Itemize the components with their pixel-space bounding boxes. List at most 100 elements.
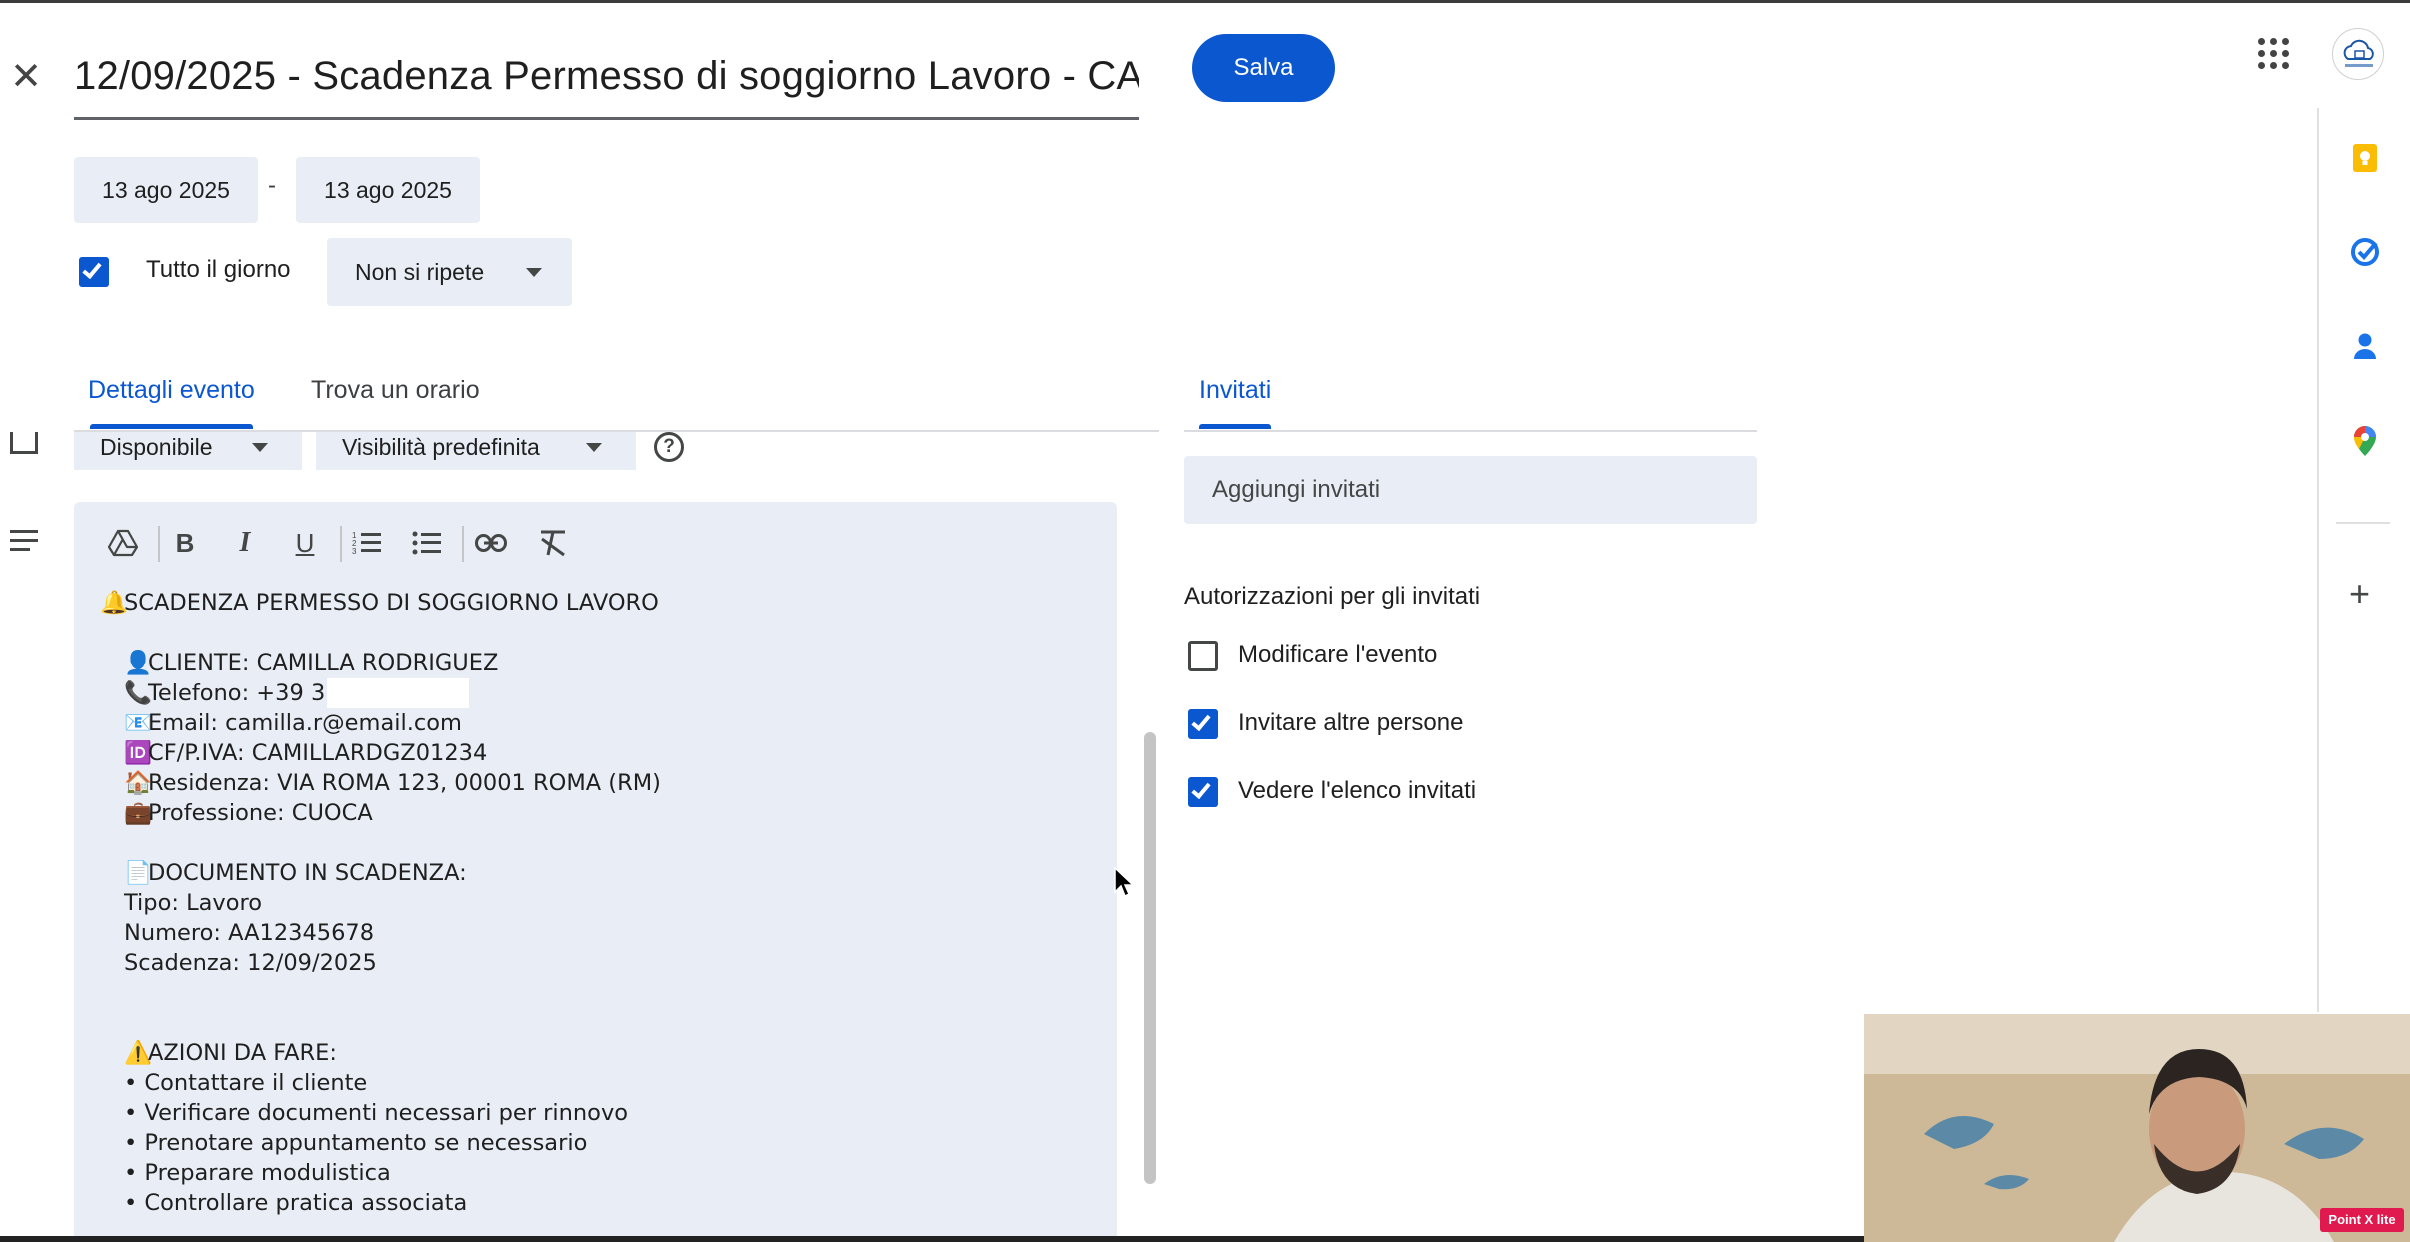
scrollbar-thumb[interactable] (1144, 732, 1156, 1184)
briefcase-emoji: 💼 (124, 800, 153, 826)
all-day-label: Tutto il giorno (146, 256, 291, 283)
description-line-text: • Verificare documenti necessari per rin… (124, 1100, 629, 1126)
description-icon (10, 530, 40, 557)
warning-emoji: ⚠️ (124, 1040, 153, 1066)
help-icon[interactable]: ? (654, 432, 684, 462)
permission-label: Vedere l'elenco invitati (1238, 777, 1477, 804)
description-line-text: AZIONI DA FARE: (148, 1040, 337, 1066)
document-emoji: 📄 (124, 860, 153, 886)
start-date-button[interactable]: 13 ago 2025 (74, 157, 258, 223)
description-line-text: CF/P.IVA: CAMILLARDGZ01234 (148, 740, 488, 766)
description-line (100, 828, 1090, 858)
numbered-list-icon[interactable]: 123 (344, 520, 390, 566)
all-day-checkbox[interactable] (79, 257, 109, 287)
description-line: • Preparare modulistica (100, 1158, 1090, 1188)
visibility-value: Visibilità predefinita (342, 434, 540, 460)
description-editor[interactable]: B I U 123 🔔SCADENZA PERMESSO DI SOGGIORN… (74, 502, 1117, 1242)
event-title-text: 12/09/2025 - Scadenza Permesso di soggio… (74, 54, 1139, 98)
permission-label: Invitare altre persone (1238, 709, 1464, 736)
tabs-divider (74, 430, 1159, 432)
keep-icon[interactable] (2350, 143, 2380, 173)
description-line-text: • Preparare modulistica (124, 1160, 391, 1186)
visibility-select[interactable]: Visibilità predefinita (316, 432, 636, 470)
description-line-text: CLIENTE: CAMILLA RODRIGUEZ (148, 650, 499, 676)
repeat-select-value: Non si ripete (355, 259, 485, 285)
underline-icon[interactable]: U (282, 520, 328, 566)
event-title-field[interactable]: 12/09/2025 - Scadenza Permesso di soggio… (74, 40, 1139, 120)
apps-grid-icon[interactable] (2258, 38, 2290, 70)
chevron-down-icon (252, 443, 268, 452)
svg-text:3: 3 (352, 547, 357, 556)
end-date-button[interactable]: 13 ago 2025 (296, 157, 480, 223)
description-line (100, 618, 1090, 648)
description-line: 📄DOCUMENTO IN SCADENZA: (100, 858, 1090, 888)
tab-guests[interactable]: Invitati (1199, 376, 1271, 405)
description-line: 💼Professione: CUOCA (100, 798, 1090, 828)
description-line-text: Residenza: VIA ROMA 123, 00001 ROMA (RM) (148, 770, 661, 796)
editor-toolbar: B I U 123 (100, 520, 1080, 566)
description-line-text: Email: camilla.r@email.com (148, 710, 462, 736)
house-emoji: 🏠 (124, 770, 153, 796)
redaction-box (327, 678, 470, 708)
close-icon[interactable]: ✕ (8, 54, 44, 100)
id-emoji: 🆔 (124, 740, 153, 766)
see-guest-list-checkbox[interactable] (1188, 777, 1218, 807)
description-line: • Contattare il cliente (100, 1068, 1090, 1098)
chevron-down-icon (526, 268, 542, 277)
description-line: Scadenza: 12/09/2025 (100, 948, 1090, 978)
description-line-text: Tipo: Lavoro (124, 890, 263, 916)
description-line: 👤CLIENTE: CAMILLA RODRIGUEZ (100, 648, 1090, 678)
window-top-border (0, 0, 2410, 3)
person-emoji: 👤 (124, 650, 153, 676)
briefcase-icon (10, 432, 38, 454)
bell-emoji: 🔔 (100, 590, 129, 616)
tab-active-indicator (90, 424, 253, 429)
add-icon[interactable]: + (2349, 576, 2370, 612)
save-button[interactable]: Salva (1192, 34, 1335, 102)
toolbar-divider (340, 526, 342, 562)
italic-icon[interactable]: I (222, 520, 268, 566)
description-line-text: Professione: CUOCA (148, 800, 373, 826)
tab-guests-indicator (1199, 424, 1271, 429)
mouse-cursor-icon (1113, 866, 1137, 905)
bulleted-list-icon[interactable] (404, 520, 450, 566)
account-avatar-icon[interactable] (2332, 28, 2384, 80)
email-emoji: 📧 (124, 710, 153, 736)
tasks-icon[interactable] (2350, 237, 2380, 267)
repeat-select[interactable]: Non si ripete (327, 238, 572, 306)
description-line-text: DOCUMENTO IN SCADENZA: (148, 860, 467, 886)
description-line: • Verificare documenti necessari per rin… (100, 1098, 1090, 1128)
bold-icon[interactable]: B (162, 520, 208, 566)
description-line: 🏠Residenza: VIA ROMA 123, 00001 ROMA (RM… (100, 768, 1090, 798)
description-line-text: Scadenza: 12/09/2025 (124, 950, 377, 976)
description-line-text: • Contattare il cliente (124, 1070, 368, 1096)
clear-formatting-icon[interactable] (530, 520, 576, 566)
description-line-text: Telefono: +39 3 (148, 680, 326, 706)
availability-select[interactable]: Disponibile (74, 432, 302, 470)
description-line: • Controllare pratica associata (100, 1188, 1090, 1218)
description-line: Tipo: Lavoro (100, 888, 1090, 918)
contacts-icon[interactable] (2350, 331, 2380, 361)
modify-event-checkbox[interactable] (1188, 641, 1218, 671)
maps-icon[interactable] (2350, 425, 2380, 456)
description-line: Numero: AA12345678 (100, 918, 1090, 948)
description-line: 📞Telefono: +39 3 (100, 678, 1090, 708)
description-line: 🔔SCADENZA PERMESSO DI SOGGIORNO LAVORO (100, 588, 1090, 618)
description-line (100, 1008, 1090, 1038)
toolbar-divider (462, 526, 464, 562)
description-line-text: • Controllare pratica associata (124, 1190, 468, 1216)
link-icon[interactable] (468, 520, 514, 566)
drive-icon[interactable] (100, 520, 146, 566)
date-separator: - (268, 172, 276, 199)
description-line: • Prenotare appuntamento se necessario (100, 1128, 1090, 1158)
tab-find-time[interactable]: Trova un orario (311, 376, 480, 405)
invite-others-checkbox[interactable] (1188, 709, 1218, 739)
event-options-row: Disponibile Visibilità predefinita ? (0, 432, 1180, 470)
availability-value: Disponibile (100, 434, 213, 460)
add-guests-input[interactable]: Aggiungi invitati (1184, 456, 1757, 524)
guest-permissions-title: Autorizzazioni per gli invitati (1184, 583, 1481, 610)
tab-event-details[interactable]: Dettagli evento (88, 376, 255, 405)
description-line: ⚠️AZIONI DA FARE: (100, 1038, 1090, 1068)
description-text: 🔔SCADENZA PERMESSO DI SOGGIORNO LAVORO 👤… (100, 588, 1090, 1218)
description-line-text: • Prenotare appuntamento se necessario (124, 1130, 588, 1156)
